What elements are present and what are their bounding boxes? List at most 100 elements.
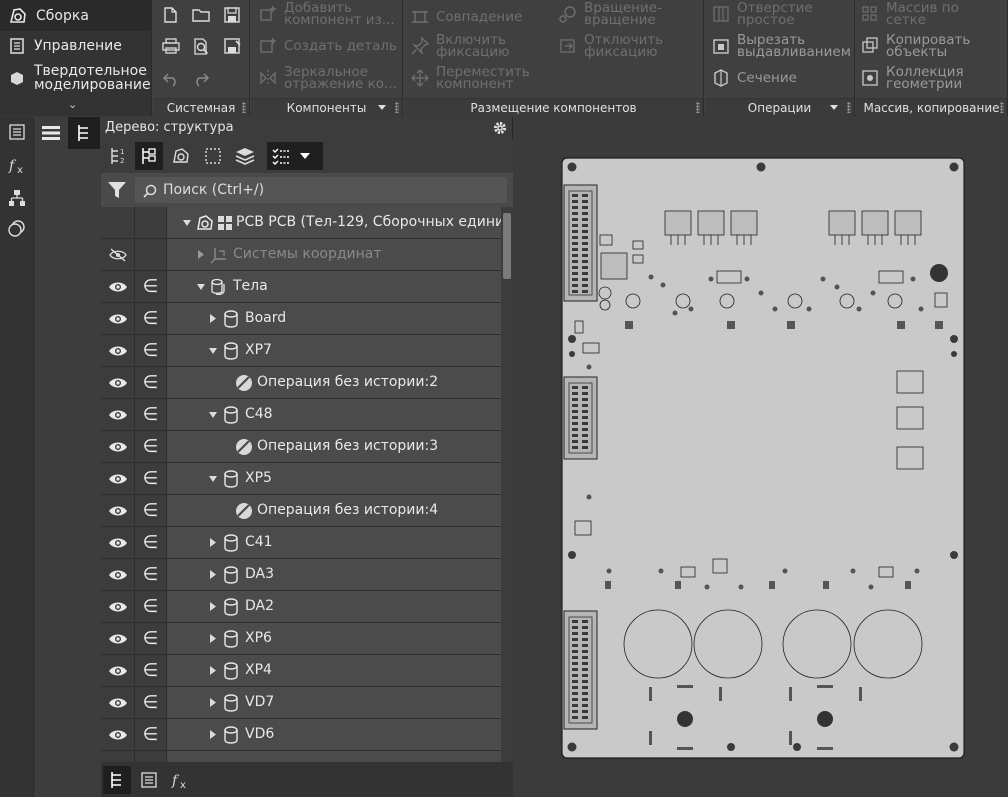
- search-input[interactable]: [135, 177, 507, 203]
- gear-icon[interactable]: [492, 120, 508, 136]
- collapse-chevron-icon[interactable]: ⌄: [68, 98, 77, 111]
- collapsed-arrow-icon[interactable]: [197, 250, 204, 259]
- visible-eye-icon[interactable]: [108, 408, 128, 422]
- tree-node-vd7[interactable]: ∈ VD7: [101, 687, 501, 719]
- fx-variables-icon[interactable]: fx: [8, 155, 28, 175]
- tree-node-operation-3[interactable]: ∈ Операция без истории:3: [101, 431, 501, 463]
- visible-eye-icon[interactable]: [108, 344, 128, 358]
- group-grip-icon[interactable]: [847, 102, 851, 113]
- tree-node-root[interactable]: PCB PCB (Тел-129, Сборочных единиц-0: [101, 207, 501, 239]
- disable-fixation-button[interactable]: Отключить фиксацию: [558, 33, 663, 59]
- visible-eye-icon[interactable]: [108, 696, 128, 710]
- layers-icon[interactable]: [8, 219, 26, 237]
- preview-icon[interactable]: [191, 37, 211, 57]
- tree-scrollbar[interactable]: [501, 207, 513, 767]
- tree-node-coordinate-systems[interactable]: Системы координат: [101, 239, 501, 271]
- expanded-arrow-icon[interactable]: [209, 411, 217, 419]
- tree-node-c48[interactable]: ∈ C48: [101, 399, 501, 431]
- expanded-arrow-icon[interactable]: [197, 283, 205, 291]
- collapsed-arrow-icon[interactable]: [209, 314, 216, 323]
- filter-checklist-dropdown[interactable]: [267, 142, 323, 170]
- element-of-icon[interactable]: ∈: [143, 628, 159, 649]
- properties-icon[interactable]: [8, 123, 26, 141]
- 3d-viewport[interactable]: [514, 117, 1008, 797]
- undo-icon[interactable]: [161, 70, 181, 88]
- visible-eye-icon[interactable]: [108, 600, 128, 614]
- grid-array-button[interactable]: Массив по сетке: [860, 1, 959, 27]
- collapsed-arrow-icon[interactable]: [209, 730, 216, 739]
- tree-node-c41[interactable]: ∈ C41: [101, 527, 501, 559]
- mode-assembly[interactable]: Сборка: [0, 0, 152, 31]
- element-of-icon[interactable]: ∈: [143, 500, 159, 521]
- element-of-icon[interactable]: ∈: [143, 660, 159, 681]
- geometry-collection-button[interactable]: Коллекция геометрии: [860, 65, 964, 91]
- visible-eye-icon[interactable]: [108, 568, 128, 582]
- mode-management[interactable]: Управление: [0, 32, 152, 60]
- simple-hole-button[interactable]: Отверстие простое: [711, 1, 813, 27]
- tree-node-xp4[interactable]: ∈ XP4: [101, 655, 501, 687]
- scrollbar-thumb[interactable]: [503, 213, 511, 279]
- move-component-button[interactable]: Переместить компонент: [410, 65, 530, 91]
- collapsed-arrow-icon[interactable]: [209, 634, 216, 643]
- tree-node-xp7[interactable]: ∈ XP7: [101, 335, 501, 367]
- visible-eye-icon[interactable]: [108, 536, 128, 550]
- print-icon[interactable]: [161, 37, 181, 55]
- visible-eye-icon[interactable]: [108, 312, 128, 326]
- new-document-icon[interactable]: [161, 6, 179, 24]
- layers-stack-button[interactable]: [231, 142, 259, 170]
- tree-node-operation-2[interactable]: ∈ Операция без истории:2: [101, 367, 501, 399]
- visible-eye-icon[interactable]: [108, 664, 128, 678]
- tree-node-board[interactable]: ∈ Board: [101, 303, 501, 335]
- element-of-icon[interactable]: ∈: [143, 276, 159, 297]
- dropdown-arrow-icon[interactable]: [830, 105, 838, 110]
- element-of-icon[interactable]: ∈: [143, 372, 159, 393]
- section-button[interactable]: Сечение: [711, 68, 797, 88]
- collapsed-arrow-icon[interactable]: [209, 538, 216, 547]
- tree-node-xp5[interactable]: ∈ XP5: [101, 463, 501, 495]
- visible-eye-icon[interactable]: [108, 632, 128, 646]
- tree-node-da2[interactable]: ∈ DA2: [101, 591, 501, 623]
- expanded-arrow-icon[interactable]: [209, 475, 217, 483]
- save-icon[interactable]: [223, 6, 241, 24]
- footer-variables-tab[interactable]: fx: [167, 766, 195, 794]
- dropdown-arrow-icon[interactable]: [378, 105, 386, 110]
- element-of-icon[interactable]: ∈: [143, 468, 159, 489]
- collapsed-arrow-icon[interactable]: [209, 698, 216, 707]
- visible-eye-icon[interactable]: [108, 504, 128, 518]
- filter-funnel-icon[interactable]: [107, 180, 127, 200]
- selection-box-button[interactable]: [199, 142, 227, 170]
- collapsed-arrow-icon[interactable]: [209, 570, 216, 579]
- tree-node-bodies[interactable]: ∈ Тела: [101, 271, 501, 303]
- group-grip-icon[interactable]: [696, 102, 700, 113]
- group-grip-icon[interactable]: [1000, 102, 1004, 113]
- save-as-icon[interactable]: [223, 37, 243, 55]
- tree-node-xp6[interactable]: ∈ XP6: [101, 623, 501, 655]
- tree-panel-button[interactable]: [68, 117, 100, 149]
- open-folder-icon[interactable]: [191, 6, 211, 24]
- footer-tree-tab[interactable]: [103, 766, 131, 794]
- copy-objects-button[interactable]: Копировать объекты: [860, 33, 970, 59]
- element-of-icon[interactable]: ∈: [143, 436, 159, 457]
- tree-node-da3[interactable]: ∈ DA3: [101, 559, 501, 591]
- visible-eye-icon[interactable]: [108, 440, 128, 454]
- enable-fixation-button[interactable]: Включить фиксацию: [410, 33, 510, 59]
- element-of-icon[interactable]: ∈: [143, 564, 159, 585]
- coincidence-button[interactable]: Совпадение: [410, 8, 522, 26]
- tree-structure-button[interactable]: [135, 142, 163, 170]
- element-of-icon[interactable]: ∈: [143, 596, 159, 617]
- tree-node-operation-4[interactable]: ∈ Операция без истории:4: [101, 495, 501, 527]
- collapsed-arrow-icon[interactable]: [209, 602, 216, 611]
- tree-node-vd6[interactable]: ∈ VD6: [101, 719, 501, 751]
- cut-extrude-button[interactable]: Вырезать выдавливанием: [711, 33, 851, 59]
- expanded-arrow-icon[interactable]: [183, 219, 191, 227]
- visible-eye-icon[interactable]: [108, 376, 128, 390]
- hierarchy-icon[interactable]: [8, 189, 26, 207]
- group-grip-icon[interactable]: [395, 102, 399, 113]
- visible-eye-icon[interactable]: [108, 472, 128, 486]
- visible-eye-icon[interactable]: [108, 728, 128, 742]
- element-of-icon[interactable]: ∈: [143, 404, 159, 425]
- pcb-board-model[interactable]: [561, 157, 965, 759]
- group-grip-icon[interactable]: [242, 102, 246, 113]
- element-of-icon[interactable]: ∈: [143, 532, 159, 553]
- element-of-icon[interactable]: ∈: [143, 724, 159, 745]
